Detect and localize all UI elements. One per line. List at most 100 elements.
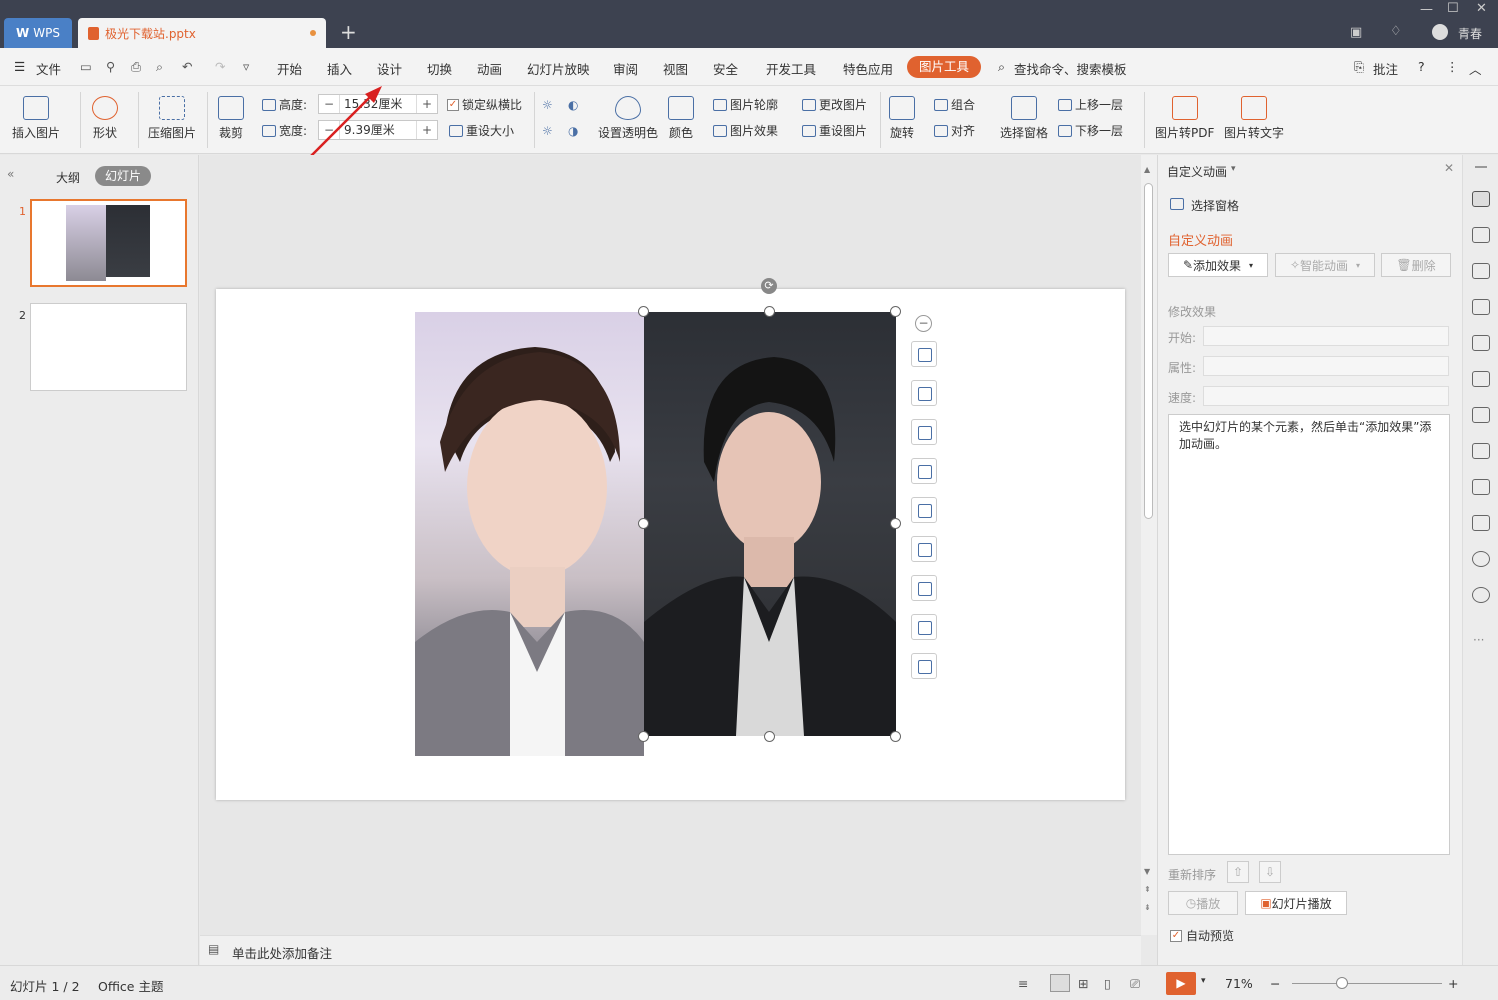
tab-picture-tools[interactable]: 图片工具: [907, 56, 981, 78]
change-picture-button[interactable]: 更改图片: [802, 96, 867, 113]
tab-animation[interactable]: 动画: [477, 59, 502, 78]
redo-icon[interactable]: ↷: [215, 59, 225, 74]
format-painter-icon[interactable]: ⚲: [106, 59, 115, 74]
template-icon[interactable]: [1472, 371, 1490, 387]
history-icon[interactable]: [1472, 551, 1490, 567]
picture-effect-button[interactable]: 图片效果: [713, 122, 778, 139]
new-tab-button[interactable]: +: [340, 20, 357, 44]
quick-access-dropdown-icon[interactable]: ▿: [243, 59, 249, 74]
play-button[interactable]: ◷ 播放: [1168, 891, 1238, 915]
user-name[interactable]: 青春: [1458, 25, 1482, 42]
lock-ratio-checkbox[interactable]: ✓ 锁定纵横比: [447, 96, 522, 113]
picture-2[interactable]: [644, 312, 896, 736]
collapse-panel-icon[interactable]: «: [7, 167, 14, 181]
save-icon[interactable]: ▭: [80, 59, 92, 74]
notes-toggle-icon[interactable]: ≡: [1018, 976, 1028, 991]
bring-forward-button[interactable]: 上移一层: [1058, 96, 1123, 113]
help-icon[interactable]: ?: [1418, 59, 1425, 74]
shape-button[interactable]: 形状: [92, 96, 118, 141]
tab-view[interactable]: 视图: [663, 59, 688, 78]
picture-enhance-icon[interactable]: [911, 497, 937, 523]
picture-to-pdf-button[interactable]: 图片转PDF: [1155, 96, 1214, 141]
normal-view-icon[interactable]: [1050, 974, 1070, 992]
reading-view-icon[interactable]: ▯: [1104, 976, 1111, 991]
next-slide-icon[interactable]: ⇟: [1144, 903, 1151, 912]
hamburger-icon[interactable]: ☰: [14, 59, 25, 74]
scroll-up-icon[interactable]: ▲: [1144, 165, 1150, 174]
picture-outline-button[interactable]: 图片轮廓: [713, 96, 778, 113]
play-slideshow-button[interactable]: ▶: [1166, 972, 1196, 995]
help-circle-icon[interactable]: [1472, 587, 1490, 603]
wps-home-tab[interactable]: W WPS: [4, 18, 72, 48]
delete-button[interactable]: 🗑 删除: [1381, 253, 1451, 277]
crop-float-icon[interactable]: [911, 380, 937, 406]
reset-size-button[interactable]: 重设大小: [449, 122, 514, 139]
zoom-level[interactable]: 71%: [1225, 976, 1253, 991]
tab-special[interactable]: 特色应用: [843, 59, 893, 78]
zoom-in-icon[interactable]: +: [1448, 976, 1458, 991]
tab-developer[interactable]: 开发工具: [766, 59, 816, 78]
select-pane-link[interactable]: 选择窗格: [1191, 197, 1239, 214]
eraser-icon[interactable]: [911, 653, 937, 679]
design-pane-icon[interactable]: [1472, 299, 1490, 315]
tab-review[interactable]: 审阅: [613, 59, 638, 78]
document-tab[interactable]: 极光下载站.pptx: [78, 18, 326, 48]
avatar[interactable]: [1432, 24, 1448, 40]
compress-picture-button[interactable]: 压缩图片: [148, 96, 196, 141]
set-transparent-button[interactable]: 设置透明色: [598, 96, 658, 141]
scrollbar-thumb[interactable]: [1144, 183, 1153, 519]
move-down-icon[interactable]: ⇩: [1259, 861, 1281, 883]
audio-icon[interactable]: [1472, 479, 1490, 495]
align-button[interactable]: 对齐: [934, 122, 975, 139]
notes-area[interactable]: ▤ 单击此处添加备注: [200, 935, 1141, 965]
width-increase-button[interactable]: +: [417, 123, 437, 137]
picture-to-text-button[interactable]: 图片转文字: [1224, 96, 1284, 141]
multi-picture-icon[interactable]: [911, 575, 937, 601]
scroll-down-icon[interactable]: ▼: [1144, 867, 1150, 876]
drag-handle-icon[interactable]: [1475, 166, 1487, 168]
resize-handle[interactable]: [890, 731, 901, 742]
slide-thumbnail-1[interactable]: [30, 199, 187, 287]
resize-handle[interactable]: [638, 731, 649, 742]
contrast-down-icon[interactable]: ◑: [568, 124, 578, 138]
zoom-out-icon[interactable]: −: [1270, 976, 1280, 991]
select-pane-button[interactable]: 选择窗格: [1000, 96, 1048, 141]
backup-icon[interactable]: [1472, 515, 1490, 531]
command-search[interactable]: 查找命令、搜索模板: [1014, 59, 1127, 78]
resize-handle[interactable]: [764, 306, 775, 317]
file-menu[interactable]: 文件: [36, 59, 61, 78]
maximize-icon[interactable]: ☐: [1447, 1, 1459, 16]
print-preview-icon[interactable]: ⌕: [156, 59, 163, 75]
tab-slideshow[interactable]: 幻灯片放映: [527, 59, 590, 78]
zoom-slider[interactable]: [1292, 983, 1442, 984]
more-icon[interactable]: ⋮: [1446, 59, 1459, 74]
tab-slides[interactable]: 幻灯片: [95, 166, 151, 186]
zoom-in-icon[interactable]: [911, 458, 937, 484]
comment-button[interactable]: 批注: [1373, 59, 1398, 78]
print-icon[interactable]: ⎙: [131, 59, 141, 75]
picture-pdf-float-icon[interactable]: [911, 536, 937, 562]
brightness-down-icon[interactable]: ☼: [542, 124, 553, 138]
close-pane-icon[interactable]: ✕: [1444, 161, 1454, 175]
property-select[interactable]: [1203, 356, 1449, 376]
animation-pane-icon[interactable]: [1472, 191, 1490, 207]
tab-home[interactable]: 开始: [277, 59, 302, 78]
speed-select[interactable]: [1203, 386, 1449, 406]
slide-sorter-icon[interactable]: ⊞: [1078, 976, 1088, 991]
window-layout-icon[interactable]: ▣: [1350, 25, 1362, 40]
resize-handle[interactable]: [638, 306, 649, 317]
pane-title[interactable]: 自定义动画: [1167, 163, 1227, 180]
tab-security[interactable]: 安全: [713, 59, 738, 78]
prev-slide-icon[interactable]: ⇞: [1144, 885, 1151, 894]
brightness-up-icon[interactable]: ☼: [542, 98, 553, 112]
reset-picture-button[interactable]: 重设图片: [802, 122, 867, 139]
animation-list[interactable]: 选中幻灯片的某个元素，然后单击“添加效果”添加动画。: [1168, 414, 1450, 855]
move-up-icon[interactable]: ⇧: [1227, 861, 1249, 883]
collapse-ribbon-icon[interactable]: ︿: [1469, 59, 1482, 78]
tab-outline[interactable]: 大纲: [56, 169, 80, 186]
autopreview-checkbox[interactable]: ✓ 自动预览: [1170, 927, 1234, 944]
more-dots-icon[interactable]: ···: [1473, 633, 1484, 647]
image-icon[interactable]: [1472, 443, 1490, 459]
smart-animation-button[interactable]: ✧ 智能动画 ▾: [1275, 253, 1375, 277]
shapes-pane-icon[interactable]: [1472, 227, 1490, 243]
